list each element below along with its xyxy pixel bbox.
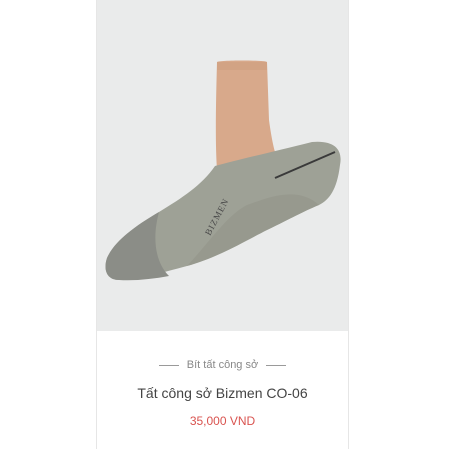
category-label[interactable]: Bít tất công sở xyxy=(187,359,258,371)
product-category[interactable]: Bít tất công sở xyxy=(97,357,348,373)
category-line-right xyxy=(266,364,287,366)
product-title[interactable]: Tất công sở Bizmen CO-06 xyxy=(97,385,348,401)
product-price: 35,000 VND xyxy=(189,414,256,428)
product-image[interactable]: BIZMEN xyxy=(97,0,348,331)
product-card[interactable]: BIZMEN Bít tất công sở Tất công sở Bizme… xyxy=(96,0,349,449)
category-line-left xyxy=(158,364,179,366)
